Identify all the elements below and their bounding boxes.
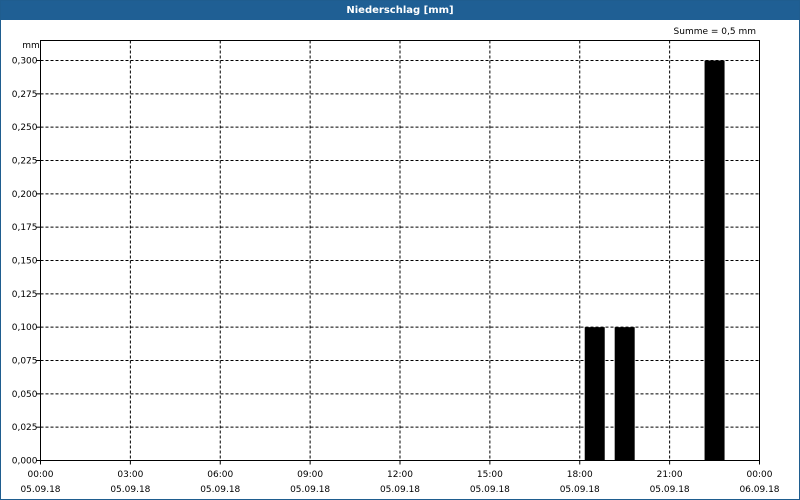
y-tick-label: 0,050 <box>12 390 38 400</box>
x-tick-date: 05.09.18 <box>290 485 330 495</box>
y-tick-label: 0,150 <box>12 257 38 267</box>
y-tick-label: 0,225 <box>12 157 38 167</box>
x-tick-date: 05.09.18 <box>470 485 510 495</box>
y-axis-ticks: 0,000 0,025 0,050 0,075 0,100 0,125 0,150 0,175… <box>12 57 41 467</box>
y-tick-label: 0,125 <box>12 290 38 300</box>
bar <box>584 327 605 461</box>
y-tick-label: 0,000 <box>12 457 38 467</box>
y-tick-label: 0,300 <box>12 57 38 67</box>
x-tick-time: 09:00 <box>297 470 323 480</box>
x-axis-ticks: 00:00 05.09.18 03:00 05.09.18 06:00 05.09.18 0… <box>20 460 780 495</box>
x-tick-date: 05.09.18 <box>200 485 240 495</box>
x-tick-time: 03:00 <box>117 470 143 480</box>
x-tick-date: 05.09.18 <box>20 485 60 495</box>
y-tick-label: 0,025 <box>12 423 38 433</box>
y-tick-label: 0,175 <box>12 223 38 233</box>
y-axis-unit: mm <box>22 41 40 51</box>
x-tick-time: 15:00 <box>477 470 503 480</box>
precipitation-chart: Summe = 0,5 mm mm 0,0000,0250,0500,0750,… <box>12 27 780 495</box>
sum-label: Summe = 0,5 mm <box>674 27 756 37</box>
y-tick-label: 0,075 <box>12 357 38 367</box>
x-tick-time: 00:00 <box>28 470 54 480</box>
x-tick-date: 05.09.18 <box>380 485 420 495</box>
x-tick-date: 05.09.18 <box>560 485 600 495</box>
y-tick-label: 0,250 <box>12 123 38 133</box>
bar <box>704 60 725 461</box>
x-tick-date: 06.09.18 <box>739 485 779 495</box>
y-tick-label: 0,200 <box>12 190 38 200</box>
x-tick-time: 12:00 <box>387 470 413 480</box>
x-tick-time: 21:00 <box>657 470 683 480</box>
x-tick-time: 06:00 <box>207 470 233 480</box>
x-tick-date: 05.09.18 <box>650 485 690 495</box>
x-tick-time: 18:00 <box>567 470 593 480</box>
x-tick-date: 05.09.18 <box>110 485 150 495</box>
grid <box>40 40 760 461</box>
bar <box>614 327 635 461</box>
x-tick-time: 00:00 <box>747 470 773 480</box>
y-tick-label: 0,275 <box>12 90 38 100</box>
y-tick-label: 0,100 <box>12 323 38 333</box>
